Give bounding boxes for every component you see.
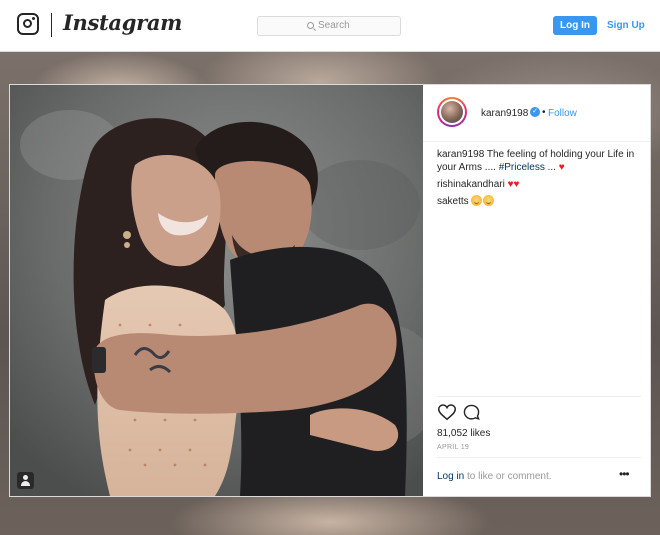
comment-username[interactable]: rishinakandhari <box>437 179 505 190</box>
comment-item: rishinakandhari ♥♥ <box>437 178 643 191</box>
comment-item: saketts <box>437 195 643 208</box>
more-options-icon[interactable]: ••• <box>619 467 630 481</box>
post-side-panel: karan9198 ✓ • Follow karan9198 The feeli… <box>423 85 650 496</box>
caption-tail: ... <box>547 162 556 173</box>
heart-emoji-icon: ♥♥ <box>507 179 520 190</box>
verified-icon: ✓ <box>530 107 540 117</box>
heart-icon[interactable] <box>438 404 456 421</box>
instagram-wordmark[interactable]: Instagram <box>63 10 182 35</box>
smiley-emoji-icon <box>483 195 495 206</box>
couple-photo-illustration <box>10 85 423 496</box>
post-date[interactable]: APRIL 19 <box>437 444 469 451</box>
top-navigation-bar: Instagram Search Log In Sign Up <box>0 0 660 52</box>
user-tag-icon[interactable] <box>17 472 34 489</box>
login-prompt: Log in to like or comment. <box>437 471 552 482</box>
comment-icon[interactable] <box>463 404 480 421</box>
post-photo[interactable] <box>10 85 423 496</box>
caption-username[interactable]: karan9198 <box>437 149 484 160</box>
avatar-ring-inner <box>439 99 465 125</box>
caption-hashtag[interactable]: #Priceless <box>499 162 545 173</box>
comments-list: karan9198 The feeling of holding your Li… <box>437 148 643 212</box>
actions-divider <box>437 396 641 397</box>
search-input[interactable]: Search <box>257 16 401 36</box>
avatar[interactable] <box>437 97 467 127</box>
instagram-glyph-icon[interactable] <box>17 13 39 35</box>
separator-dot: • <box>542 107 546 118</box>
heart-emoji-icon: ♥ <box>558 162 565 173</box>
post-username[interactable]: karan9198 <box>481 108 528 119</box>
search-icon <box>307 22 314 29</box>
search-placeholder: Search <box>318 20 350 31</box>
smiley-emoji-icon <box>471 195 483 206</box>
comment-username[interactable]: saketts <box>437 196 469 207</box>
post-card: karan9198 ✓ • Follow karan9198 The feeli… <box>9 84 651 497</box>
caption: karan9198 The feeling of holding your Li… <box>437 148 643 174</box>
login-button[interactable]: Log In <box>553 16 597 35</box>
likes-count[interactable]: 81,052 likes <box>437 428 490 439</box>
avatar-image <box>441 101 463 123</box>
footer-login-link[interactable]: Log in <box>437 471 464 482</box>
follow-button[interactable]: Follow <box>548 108 577 119</box>
signup-link[interactable]: Sign Up <box>607 20 645 31</box>
post-header: karan9198 ✓ • Follow <box>423 85 650 142</box>
footer-divider <box>437 457 641 458</box>
logo-divider <box>51 13 52 37</box>
footer-text: to like or comment. <box>467 471 552 482</box>
